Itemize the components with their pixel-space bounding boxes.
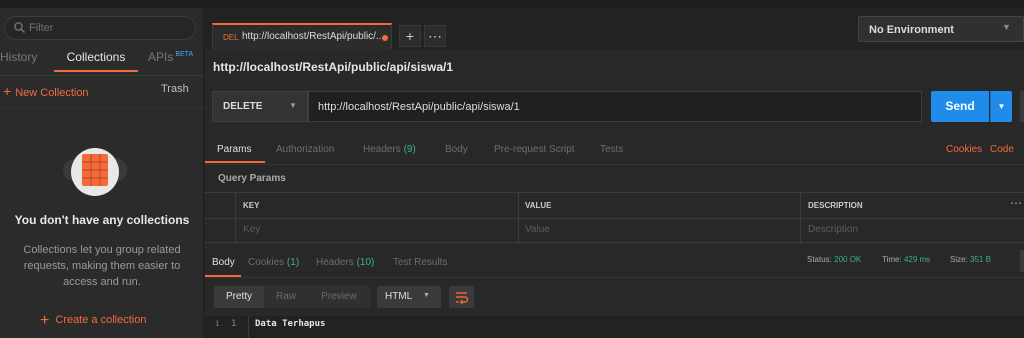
size-label: Size:	[950, 255, 968, 264]
environment-label: No Environment	[869, 24, 954, 36]
tab-body[interactable]: Body	[445, 144, 468, 155]
beta-badge: BETA	[175, 51, 194, 58]
response-tab-test-results[interactable]: Test Results	[393, 257, 447, 268]
empty-collections-illustration	[63, 148, 127, 196]
format-preview-button[interactable]: Preview	[308, 286, 370, 308]
cookies-count: (1)	[286, 257, 300, 268]
response-status: Status: 200 OK	[807, 255, 861, 264]
wrap-icon	[456, 292, 469, 305]
code-link[interactable]: Code	[990, 144, 1014, 155]
format-raw-button[interactable]: Raw	[264, 286, 308, 308]
send-button[interactable]: Send	[931, 91, 989, 122]
chevron-down-icon: ▼	[423, 292, 430, 299]
method-select[interactable]: DELETE ▼	[212, 91, 308, 122]
key-input[interactable]: Key	[243, 224, 260, 235]
wrap-lines-button[interactable]	[449, 286, 474, 308]
tab-apis-label: APIs	[148, 50, 174, 64]
response-body-editor[interactable]: i 1 Data Terhapus	[205, 316, 1024, 338]
tab-pre-request-script[interactable]: Pre-request Script	[494, 144, 575, 155]
empty-collections-description: Collections let you group related reques…	[23, 244, 181, 288]
tab-headers-label: Headers	[363, 144, 401, 155]
row-divider	[205, 218, 1024, 219]
tab-params[interactable]: Params	[217, 144, 251, 155]
environment-select[interactable]: No Environment ▼	[858, 16, 1024, 42]
cookies-label: Cookies	[248, 257, 285, 268]
headers-count: (10)	[356, 257, 375, 268]
save-response-button[interactable]	[1020, 250, 1024, 272]
size-value: 351 B	[970, 255, 991, 264]
tab-tests[interactable]: Tests	[600, 144, 623, 155]
plus-icon: +	[3, 83, 12, 99]
method-label: DELETE	[223, 101, 263, 112]
response-size: Size: 351 B	[950, 255, 991, 264]
create-collection-label: Create a collection	[55, 314, 147, 326]
gutter-divider	[248, 316, 249, 338]
format-pretty-button[interactable]: Pretty	[214, 286, 264, 308]
add-tab-button[interactable]: +	[399, 25, 421, 47]
more-options-icon[interactable]: ⋯	[1010, 196, 1022, 210]
filter-input[interactable]	[29, 20, 179, 36]
url-input[interactable]	[308, 91, 922, 122]
response-tab-bar: Body Cookies (1) Headers (10) Test Resul…	[205, 244, 1024, 278]
sidebar: History Collections APIsBETA +New Collec…	[0, 8, 204, 338]
window-top-strip	[0, 0, 1024, 8]
headers-count: (9)	[403, 144, 416, 155]
send-options-button[interactable]: ▼	[990, 91, 1012, 122]
cookies-link[interactable]: Cookies	[946, 144, 982, 155]
line-number: 1	[231, 319, 237, 329]
time-label: Time:	[882, 255, 902, 264]
tab-collections[interactable]: Collections	[54, 50, 138, 72]
chevron-down-icon: ▼	[289, 101, 297, 110]
chevron-down-icon: ▼	[997, 102, 1006, 111]
status-label: Status:	[807, 255, 832, 264]
new-collection-label: New Collection	[15, 87, 89, 99]
status-value: 200 OK	[834, 255, 862, 264]
plus-icon: +	[40, 312, 50, 329]
value-input[interactable]: Value	[525, 224, 550, 235]
more-tabs-button[interactable]: ⋯	[424, 25, 446, 47]
query-params-table: KEY VALUE DESCRIPTION ⋯ Key Value Descri…	[205, 192, 1024, 244]
response-tab-cookies[interactable]: Cookies (1)	[248, 257, 299, 268]
save-button[interactable]	[1020, 91, 1024, 122]
response-body-text: Data Terhapus	[255, 319, 326, 329]
column-header-value: VALUE	[525, 201, 552, 210]
create-collection-button[interactable]: + Create a collection	[40, 312, 170, 330]
headers-label: Headers	[316, 257, 354, 268]
tab-apis[interactable]: APIs BETA	[148, 50, 208, 72]
language-label: HTML	[385, 291, 413, 302]
description-input[interactable]: Description	[808, 224, 858, 235]
response-tab-headers[interactable]: Headers (10)	[316, 257, 374, 268]
section-divider	[205, 164, 1024, 165]
active-tab-indicator	[205, 161, 265, 163]
info-icon: i	[215, 319, 220, 328]
request-tab-method: DEL	[223, 33, 239, 42]
tab-authorization[interactable]: Authorization	[276, 144, 334, 155]
request-tab-url: http://localhost/RestApi/public/...	[242, 31, 382, 42]
response-tab-body[interactable]: Body	[212, 257, 235, 268]
chevron-down-icon: ▼	[1002, 22, 1011, 32]
sidebar-divider	[0, 108, 204, 109]
new-collection-button[interactable]: + New Collection	[3, 83, 89, 99]
trash-link[interactable]: Trash	[161, 83, 189, 95]
language-select[interactable]: HTML ▼	[377, 286, 441, 308]
column-header-description: DESCRIPTION	[808, 201, 863, 210]
tab-headers[interactable]: Headers (9)	[363, 144, 416, 155]
search-icon	[14, 22, 25, 33]
time-value: 429 ms	[903, 255, 931, 264]
active-tab-indicator	[205, 275, 241, 277]
empty-collections-title: You don't have any collections	[14, 213, 190, 227]
request-tab[interactable]: DEL http://localhost/RestApi/public/...	[212, 23, 392, 50]
unsaved-dot-icon	[382, 35, 388, 41]
response-time: Time: 429 ms	[882, 255, 930, 264]
sidebar-divider	[0, 75, 204, 76]
column-header-key: KEY	[243, 201, 260, 210]
request-title: http://localhost/RestApi/public/api/sisw…	[213, 60, 454, 74]
filter-box[interactable]	[4, 16, 196, 40]
tab-history[interactable]: History	[0, 50, 42, 72]
query-params-title: Query Params	[218, 173, 286, 184]
